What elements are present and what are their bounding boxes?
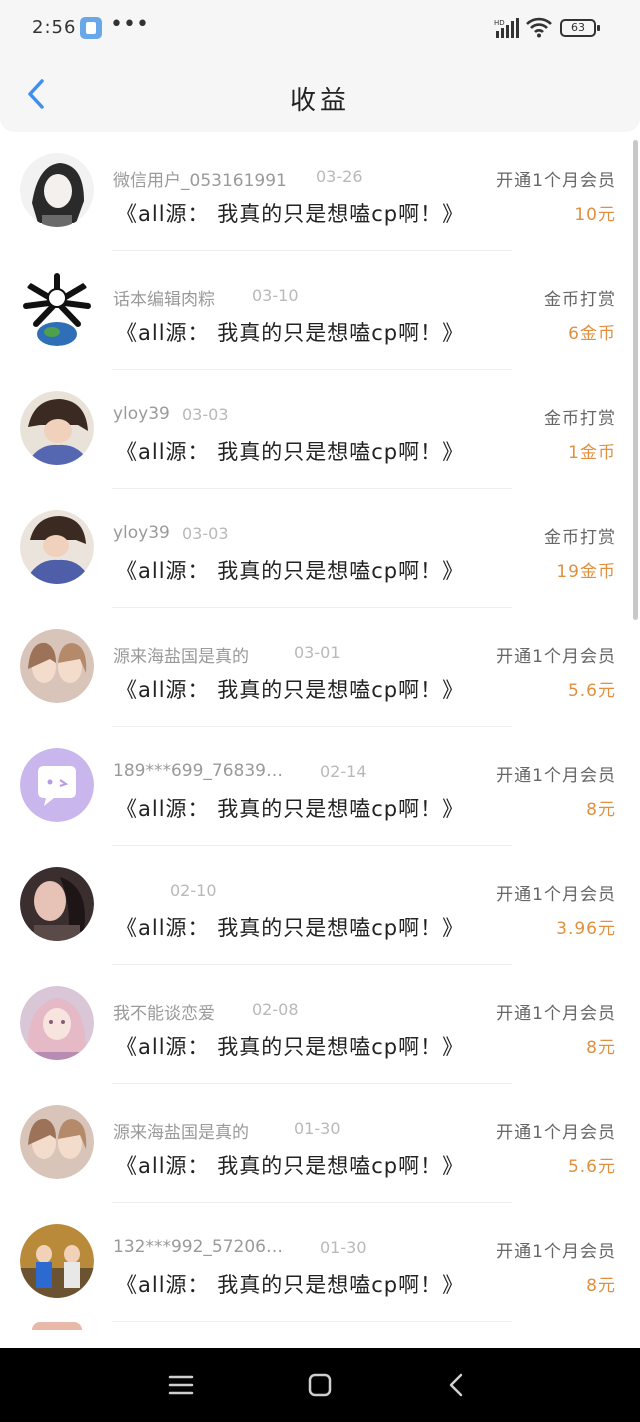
income-amount: 8元 bbox=[586, 1276, 616, 1296]
user-name: 132***992_572062… bbox=[113, 1237, 293, 1257]
home-icon[interactable] bbox=[303, 1370, 337, 1400]
user-name: 话本编辑肉粽 bbox=[113, 290, 215, 310]
page-title: 收益 bbox=[289, 86, 350, 116]
user-name: 我不能谈恋爱 bbox=[113, 1004, 215, 1024]
income-type: 金币打赏 bbox=[544, 290, 616, 310]
item-date: 02-14 bbox=[320, 762, 367, 781]
list-item-partial[interactable] bbox=[0, 1322, 640, 1348]
item-date: 01-30 bbox=[294, 1119, 341, 1138]
user-name: 源来海盐国是真的 bbox=[113, 647, 249, 667]
work-title: 《all源： 我真的只是想嗑cp啊！》 bbox=[116, 1154, 465, 1178]
list-item[interactable]: 话本编辑肉粽 03-10 《all源： 我真的只是想嗑cp啊！》 金币打赏 6金… bbox=[0, 251, 640, 370]
work-title: 《all源： 我真的只是想嗑cp啊！》 bbox=[116, 559, 465, 583]
income-amount: 1金币 bbox=[568, 443, 616, 463]
income-type: 开通1个月会员 bbox=[496, 766, 616, 786]
scrollbar[interactable] bbox=[633, 140, 638, 620]
income-type: 金币打赏 bbox=[544, 528, 616, 548]
income-type: 开通1个月会员 bbox=[496, 1123, 616, 1143]
work-title: 《all源： 我真的只是想嗑cp啊！》 bbox=[116, 678, 465, 702]
list-item[interactable]: yloy39 03-03 《all源： 我真的只是想嗑cp啊！》 金币打赏 1金… bbox=[0, 370, 640, 489]
battery-icon: 63 bbox=[560, 19, 600, 37]
user-name: 189***699_768394… bbox=[113, 761, 293, 781]
status-time: 2:56 bbox=[32, 17, 77, 38]
income-type: 开通1个月会员 bbox=[496, 1004, 616, 1024]
income-amount: 6金币 bbox=[568, 324, 616, 344]
list-item[interactable]: 源来海盐国是真的 03-01 《all源： 我真的只是想嗑cp啊！》 开通1个月… bbox=[0, 608, 640, 727]
status-bar: 2:56 ••• HD 63 bbox=[0, 0, 640, 56]
income-amount: 8元 bbox=[586, 800, 616, 820]
list-item[interactable]: 源来海盐国是真的 01-30 《all源： 我真的只是想嗑cp啊！》 开通1个月… bbox=[0, 1084, 640, 1203]
list-item[interactable]: 132***992_572062… 01-30 《all源： 我真的只是想嗑cp… bbox=[0, 1203, 640, 1322]
list-item[interactable]: 我不能谈恋爱 02-08 《all源： 我真的只是想嗑cp啊！》 开通1个月会员… bbox=[0, 965, 640, 1084]
network-label: HD bbox=[494, 19, 505, 27]
item-date: 01-30 bbox=[320, 1238, 367, 1257]
work-title: 《all源： 我真的只是想嗑cp啊！》 bbox=[116, 1035, 465, 1059]
user-name: yloy39 bbox=[113, 404, 170, 424]
work-title: 《all源： 我真的只是想嗑cp啊！》 bbox=[116, 1273, 465, 1297]
work-title: 《all源： 我真的只是想嗑cp啊！》 bbox=[116, 321, 465, 345]
income-amount: 19金币 bbox=[556, 562, 616, 582]
item-date: 03-10 bbox=[252, 286, 299, 305]
list-item[interactable]: 189***699_768394… 02-14 《all源： 我真的只是想嗑cp… bbox=[0, 727, 640, 846]
list-item[interactable]: 02-10 《all源： 我真的只是想嗑cp啊！》 开通1个月会员 3.96元 bbox=[0, 846, 640, 965]
income-list: 微信用户_053161991 03-26 《all源： 我真的只是想嗑cp啊！》… bbox=[0, 132, 640, 1348]
avatar bbox=[20, 153, 94, 227]
avatar bbox=[20, 629, 94, 703]
income-amount: 5.6元 bbox=[567, 681, 616, 701]
income-amount: 5.6元 bbox=[567, 1157, 616, 1177]
avatar bbox=[20, 272, 94, 346]
item-date: 02-08 bbox=[252, 1000, 299, 1019]
work-title: 《all源： 我真的只是想嗑cp啊！》 bbox=[116, 202, 465, 226]
system-nav-bar bbox=[0, 1348, 640, 1422]
back-nav-icon[interactable] bbox=[440, 1370, 474, 1400]
avatar bbox=[20, 1224, 94, 1298]
income-type: 开通1个月会员 bbox=[496, 171, 616, 191]
avatar bbox=[20, 391, 94, 465]
wifi-icon bbox=[526, 17, 552, 38]
income-amount: 8元 bbox=[586, 1038, 616, 1058]
income-amount: 3.96元 bbox=[556, 919, 616, 939]
item-date: 02-10 bbox=[170, 881, 217, 900]
income-amount: 10元 bbox=[574, 205, 616, 225]
avatar bbox=[20, 748, 94, 822]
income-type: 金币打赏 bbox=[544, 409, 616, 429]
work-title: 《all源： 我真的只是想嗑cp啊！》 bbox=[116, 440, 465, 464]
app-notification-icon bbox=[80, 17, 102, 39]
avatar bbox=[20, 986, 94, 1060]
more-notifications-icon: ••• bbox=[110, 12, 149, 37]
income-type: 开通1个月会员 bbox=[496, 647, 616, 667]
list-item[interactable]: 微信用户_053161991 03-26 《all源： 我真的只是想嗑cp啊！》… bbox=[0, 132, 640, 251]
user-name: yloy39 bbox=[113, 523, 170, 543]
item-date: 03-01 bbox=[294, 643, 341, 662]
work-title: 《all源： 我真的只是想嗑cp啊！》 bbox=[116, 916, 465, 940]
avatar bbox=[32, 1322, 82, 1330]
menu-icon[interactable] bbox=[164, 1370, 198, 1400]
income-type: 开通1个月会员 bbox=[496, 1242, 616, 1262]
avatar bbox=[20, 867, 94, 941]
income-type: 开通1个月会员 bbox=[496, 885, 616, 905]
user-name: 源来海盐国是真的 bbox=[113, 1123, 249, 1143]
work-title: 《all源： 我真的只是想嗑cp啊！》 bbox=[116, 797, 465, 821]
item-date: 03-03 bbox=[182, 524, 229, 543]
item-date: 03-26 bbox=[316, 167, 363, 186]
list-item[interactable]: yloy39 03-03 《all源： 我真的只是想嗑cp啊！》 金币打赏 19… bbox=[0, 489, 640, 608]
header: 收益 bbox=[0, 56, 640, 132]
user-name: 微信用户_053161991 bbox=[113, 171, 287, 191]
item-date: 03-03 bbox=[182, 405, 229, 424]
signal-icon: HD bbox=[494, 18, 519, 38]
avatar bbox=[20, 510, 94, 584]
avatar bbox=[20, 1105, 94, 1179]
